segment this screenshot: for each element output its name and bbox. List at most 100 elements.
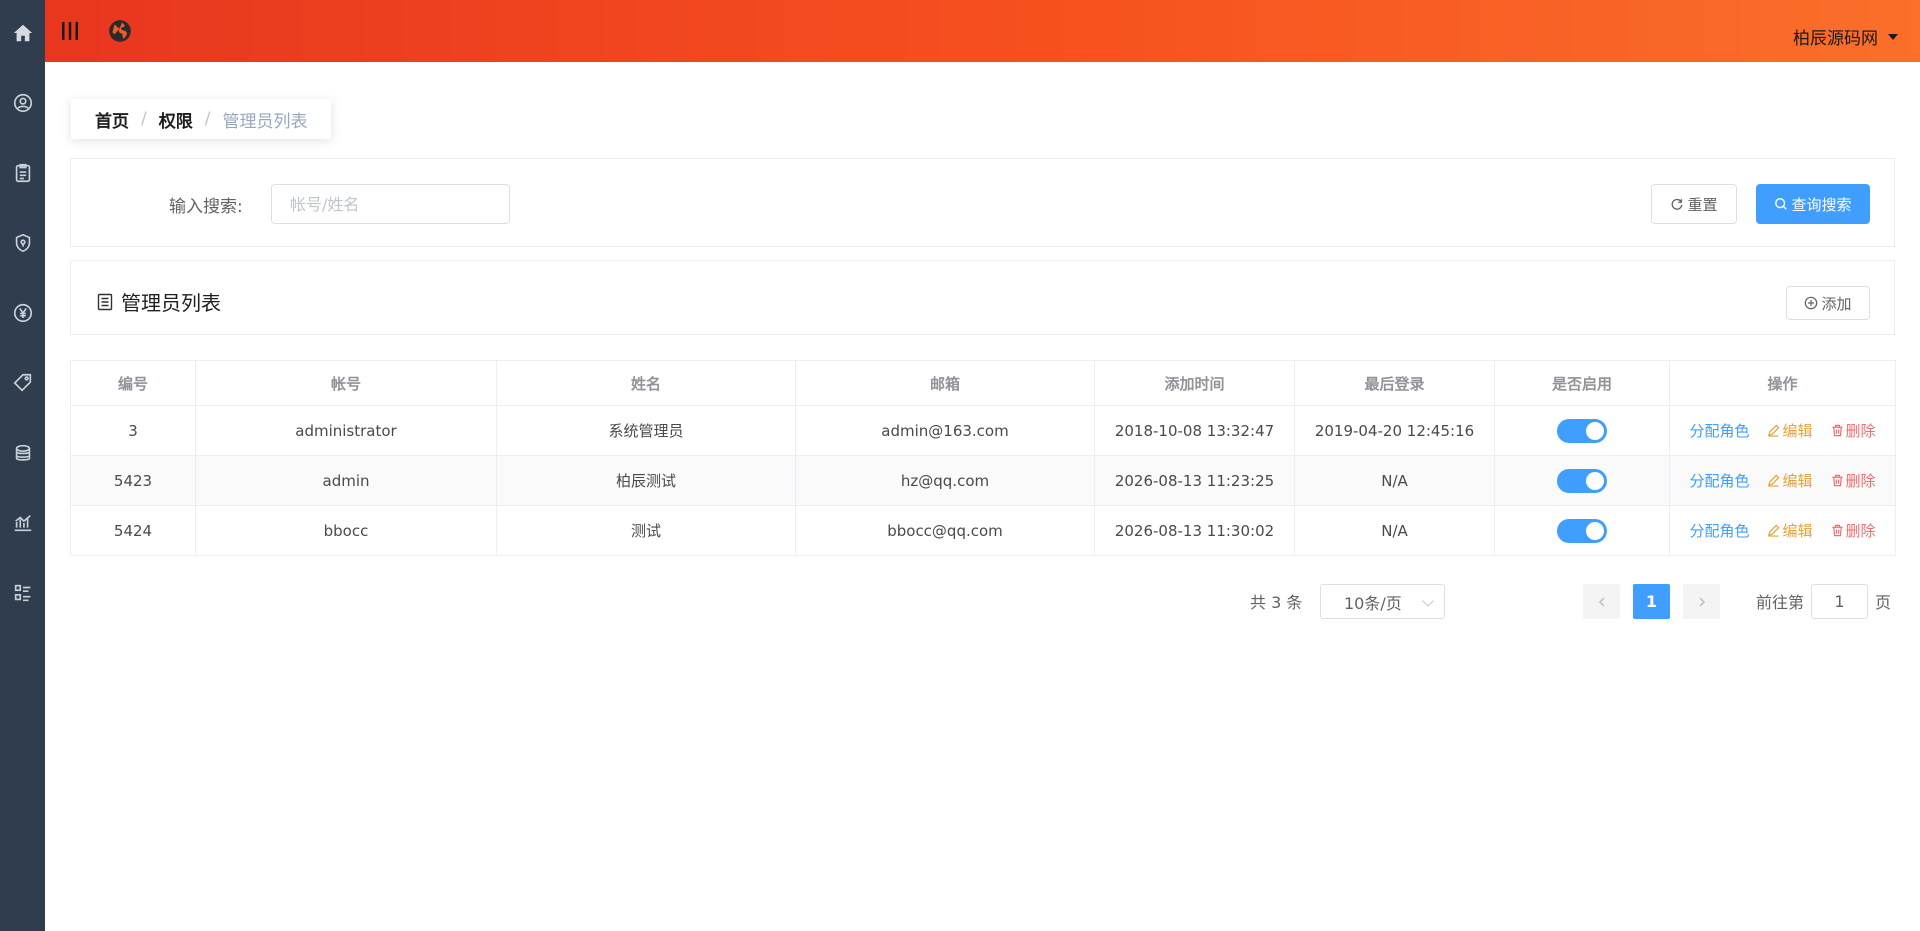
reset-label: 重置 [1687,195,1718,214]
list-grid-icon[interactable] [0,573,45,613]
goto-page-input[interactable] [1811,584,1868,619]
prev-page-button[interactable] [1583,584,1620,619]
trash-icon [1831,424,1843,437]
delete-link[interactable]: 删除 [1831,470,1876,491]
cell-enabled [1494,505,1670,556]
search-input[interactable] [271,184,510,224]
assign-role-link[interactable]: 分配角色 [1689,520,1749,541]
chevron-down-icon [1422,595,1434,607]
user-name: 柏辰源码网 [1793,29,1878,49]
cell-id: 5424 [70,505,196,556]
delete-link[interactable]: 删除 [1831,420,1876,441]
column-header: 邮箱 [795,360,1095,406]
refresh-icon [1672,198,1683,210]
edit-link[interactable]: 编辑 [1767,470,1813,491]
column-header: 是否启用 [1494,360,1670,406]
column-header: 操作 [1669,360,1896,406]
edit-icon [1768,524,1780,537]
cell-account: bbocc [195,505,497,556]
plus-circle-icon [1805,296,1818,310]
cell-added: 2026-08-13 11:23:25 [1094,455,1295,506]
page-number-current[interactable]: 1 [1633,584,1670,619]
list-title-text: 管理员列表 [121,291,221,315]
cell-account: administrator [195,405,497,456]
edit-link[interactable]: 编辑 [1767,520,1813,541]
search-panel: 输入搜索: 重置 查询搜索 [70,158,1895,247]
breadcrumb-home[interactable]: 首页 [95,107,129,132]
table-row: 3 administrator 系统管理员 admin@163.com 2018… [70,405,1896,456]
breadcrumb-separator: / [141,109,147,129]
breadcrumb-parent[interactable]: 权限 [159,107,193,132]
table-row: 5423 admin 柏辰测试 hz@qq.com 2026-08-13 11:… [70,455,1896,506]
chart-icon[interactable] [0,503,45,543]
next-page-button[interactable] [1683,584,1720,619]
shield-icon[interactable] [0,223,45,263]
user-circle-icon[interactable] [0,83,45,123]
goto-suffix: 页 [1875,593,1892,612]
edit-label: 编辑 [1782,472,1813,490]
search-button[interactable]: 查询搜索 [1756,184,1870,224]
document-icon [97,293,113,310]
search-label: 输入搜索: [169,197,243,217]
column-header: 添加时间 [1094,360,1295,406]
cell-name: 柏辰测试 [496,455,796,506]
home-icon[interactable] [0,13,45,53]
tag-icon[interactable] [0,363,45,403]
chevron-left-icon [1598,596,1605,607]
cell-last-login: N/A [1294,505,1495,556]
cell-last-login: 2019-04-20 12:45:16 [1294,405,1495,456]
cell-id: 5423 [70,455,196,506]
column-header: 最后登录 [1294,360,1495,406]
cell-name: 测试 [496,505,796,556]
column-header: 帐号 [195,360,497,406]
add-button[interactable]: 添加 [1786,286,1870,320]
cell-name: 系统管理员 [496,405,796,456]
cell-added: 2018-10-08 13:32:47 [1094,405,1295,456]
cell-enabled [1494,405,1670,456]
cell-id: 3 [70,405,196,456]
user-menu[interactable]: 柏辰源码网 [1793,24,1898,49]
globe-icon[interactable] [105,16,135,46]
page-size-select[interactable]: 10条/页 [1320,584,1445,619]
cell-ops: 分配角色 编辑 删除 [1669,455,1896,506]
assign-role-link[interactable]: 分配角色 [1689,420,1749,441]
cell-ops: 分配角色 编辑 删除 [1669,405,1896,456]
delete-link[interactable]: 删除 [1831,520,1876,541]
trash-icon [1831,474,1843,487]
menu-toggle-icon[interactable] [55,16,85,46]
breadcrumb-separator: / [204,109,211,129]
enabled-toggle[interactable] [1557,518,1607,543]
search-label-text: 查询搜索 [1791,195,1852,214]
coins-icon[interactable] [0,433,45,473]
trash-icon [1831,524,1843,537]
delete-label: 删除 [1845,522,1876,540]
cell-added: 2026-08-13 11:30:02 [1094,505,1295,556]
assign-role-link[interactable]: 分配角色 [1689,470,1749,491]
toggle-knob [1586,421,1604,440]
search-icon [1775,198,1788,210]
edit-link[interactable]: 编辑 [1767,420,1813,441]
cell-last-login: N/A [1294,455,1495,506]
edit-icon [1768,424,1780,437]
reset-button[interactable]: 重置 [1651,184,1737,224]
enabled-toggle[interactable] [1557,468,1607,493]
breadcrumb-current: 管理员列表 [222,111,308,132]
clipboard-icon[interactable] [0,153,45,193]
goto-prefix: 前往第 [1756,593,1805,612]
top-header: 柏辰源码网 [45,0,1920,62]
chevron-down-icon [1888,33,1898,40]
edit-label: 编辑 [1782,422,1813,440]
toggle-knob [1586,471,1604,490]
table-header-row: 编号 帐号 姓名 邮箱 添加时间 最后登录 是否启用 操作 [70,360,1896,406]
enabled-toggle[interactable] [1557,418,1607,443]
column-header: 姓名 [496,360,796,406]
cell-email: hz@qq.com [795,455,1095,506]
cell-enabled [1494,455,1670,506]
delete-label: 删除 [1845,472,1876,490]
toggle-knob [1586,521,1604,540]
yen-icon[interactable] [0,293,45,333]
edit-label: 编辑 [1782,522,1813,540]
list-header-panel: 管理员列表 添加 [70,260,1895,335]
list-title: 管理员列表 [97,287,221,316]
edit-icon [1768,474,1780,487]
